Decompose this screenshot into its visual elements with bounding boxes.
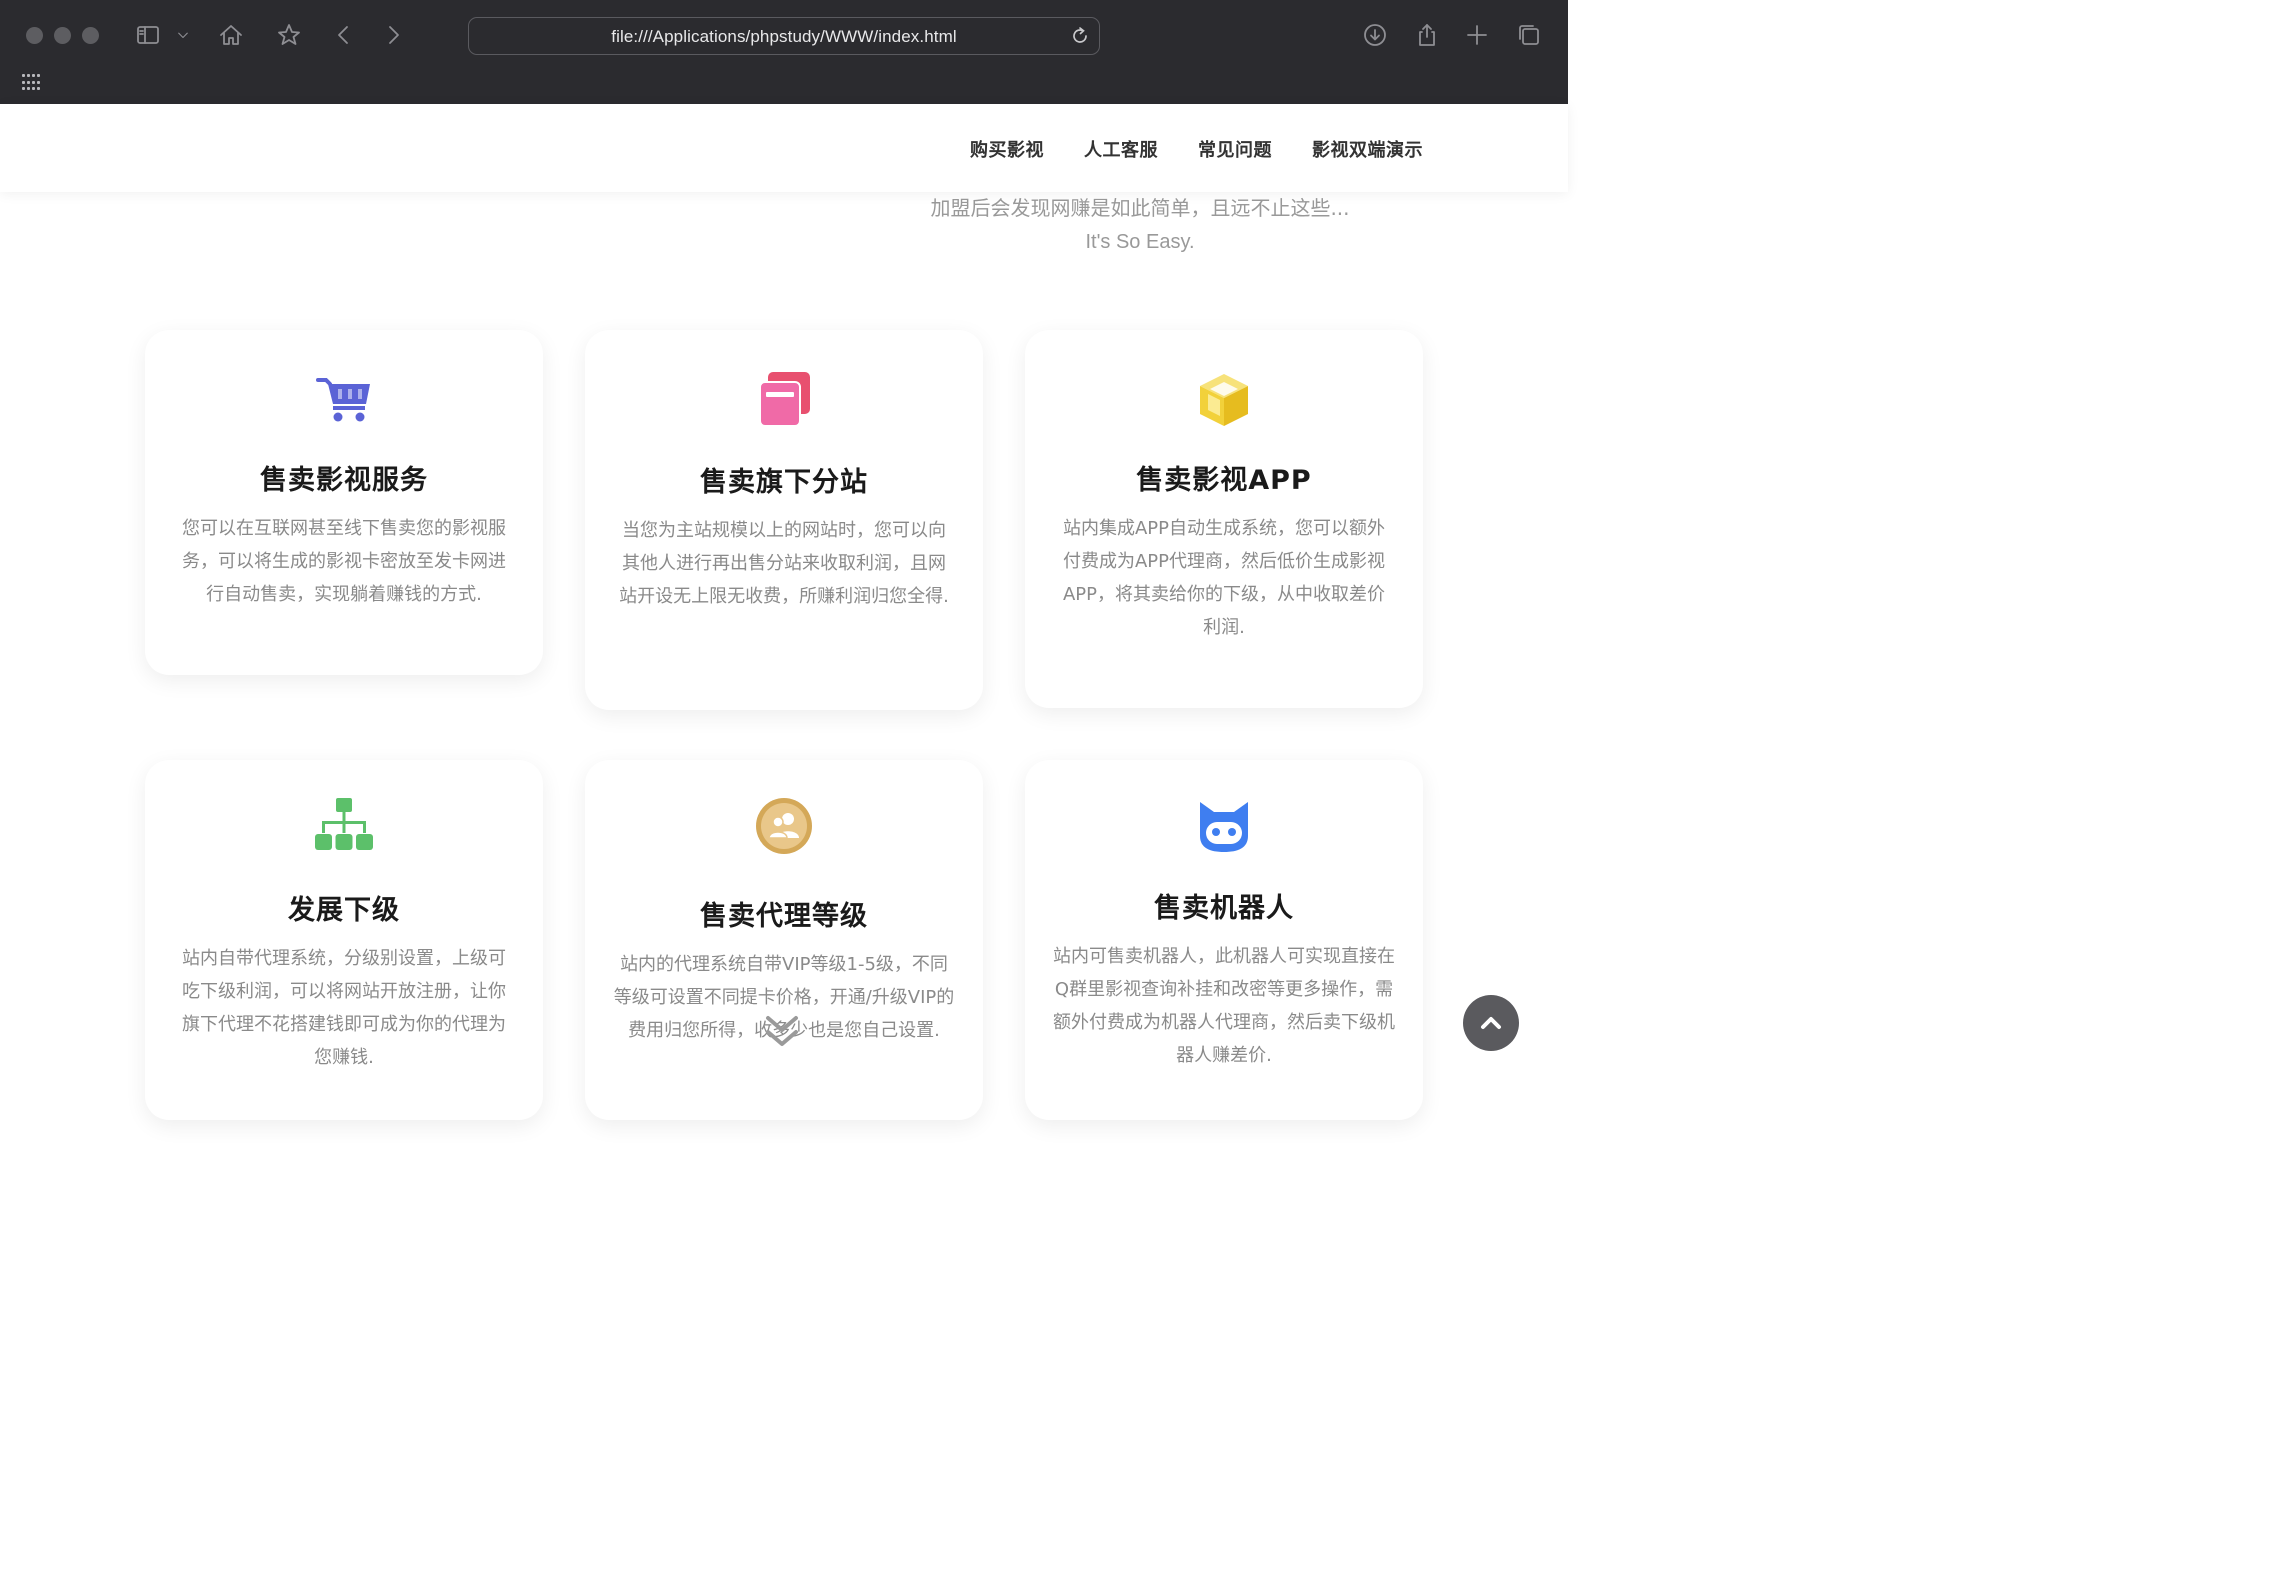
card-title: 售卖代理等级 — [700, 901, 868, 932]
nav-customer-service[interactable]: 人工客服 — [1084, 136, 1158, 162]
nav-app-demo[interactable]: 影视双端演示 — [1312, 136, 1423, 162]
window-controls — [26, 27, 99, 44]
address-text: file:///Applications/phpstudy/WWW/index.… — [611, 27, 957, 46]
feature-card-sell-substation: 售卖旗下分站 当您为主站规模以上的网站时，您可以向其他人进行再出售分站来收取利润… — [585, 330, 983, 710]
address-bar[interactable]: file:///Applications/phpstudy/WWW/index.… — [468, 17, 1100, 55]
card-description: 当您为主站规模以上的网站时，您可以向其他人进行再出售分站来收取利润，且网站开设无… — [619, 520, 949, 607]
star-icon[interactable] — [274, 20, 304, 50]
intro-line-1: 加盟后会发现网赚是如此简单，且远不止这些... — [930, 196, 1350, 220]
card-title: 售卖旗下分站 — [700, 467, 868, 498]
robot-icon — [1194, 796, 1254, 856]
feature-card-sell-agent-level: 售卖代理等级 站内的代理系统自带VIP等级1-5级，不同等级可设置不同提卡价格，… — [585, 760, 983, 1120]
apps-grid-icon[interactable] — [22, 74, 40, 92]
site-header: 购买影视 人工客服 常见问题 影视双端演示 — [0, 104, 1568, 192]
main-nav: 购买影视 人工客服 常见问题 影视双端演示 — [970, 136, 1423, 162]
card-description: 站内自带代理系统，分级别设置，上级可吃下级利润，可以将网站开放注册，让你旗下代理… — [182, 948, 506, 1068]
card-description: 站内可售卖机器人，此机器人可实现直接在Q群里影视查询补挂和改密等更多操作，需额外… — [1053, 946, 1395, 1066]
feature-card-sell-video: 售卖影视服务 您可以在互联网甚至线下售卖您的影视服务，可以将生成的影视卡密放至发… — [145, 330, 543, 675]
new-tab-icon[interactable] — [1462, 20, 1492, 50]
org-chart-icon — [314, 796, 374, 856]
share-icon[interactable] — [1412, 20, 1442, 50]
card-title: 售卖机器人 — [1154, 893, 1294, 924]
feature-card-develop-subordinates: 发展下级 站内自带代理系统，分级别设置，上级可吃下级利润，可以将网站开放注册，让… — [145, 760, 543, 1120]
card-description: 站内集成APP自动生成系统，您可以额外付费成为APP代理商，然后低价生成影视AP… — [1062, 518, 1386, 638]
tab-overview-icon[interactable] — [1514, 20, 1544, 50]
card-title: 售卖影视APP — [1136, 465, 1312, 496]
maximize-window-button[interactable] — [82, 27, 99, 44]
back-to-top-button[interactable] — [1463, 995, 1519, 1051]
download-icon[interactable] — [1360, 20, 1390, 50]
intro-line-2: It's So Easy. — [1085, 231, 1195, 253]
feature-card-sell-robot: 售卖机器人 站内可售卖机器人，此机器人可实现直接在Q群里影视查询补挂和改密等更多… — [1025, 760, 1423, 1120]
back-arrow-icon[interactable] — [329, 20, 359, 50]
reload-icon[interactable] — [1069, 25, 1091, 47]
intro-section: 加盟后会发现网赚是如此简单，且远不止这些... It's So Easy. — [0, 195, 2280, 255]
browser-toolbar: file:///Applications/phpstudy/WWW/index.… — [0, 0, 1568, 104]
nav-buy-video[interactable]: 购买影视 — [970, 136, 1044, 162]
card-title: 售卖影视服务 — [260, 465, 428, 496]
close-window-button[interactable] — [26, 27, 43, 44]
minimize-window-button[interactable] — [54, 27, 71, 44]
card-title: 发展下级 — [288, 895, 400, 926]
chevron-up-icon — [1481, 1017, 1501, 1029]
feature-card-sell-app: 售卖影视APP 站内集成APP自动生成系统，您可以额外付费成为APP代理商，然后… — [1025, 330, 1423, 708]
cube-icon — [1194, 370, 1254, 430]
stacked-cards-icon — [754, 370, 814, 430]
home-icon[interactable] — [216, 20, 246, 50]
chevron-down-icon[interactable] — [172, 20, 194, 50]
sidebar-toggle-icon[interactable] — [133, 20, 163, 50]
forward-arrow-icon[interactable] — [378, 20, 408, 50]
shopping-cart-icon — [314, 370, 374, 430]
card-description: 您可以在互联网甚至线下售卖您的影视服务，可以将生成的影视卡密放至发卡网进行自动售… — [182, 518, 506, 605]
nav-faq[interactable]: 常见问题 — [1198, 136, 1272, 162]
user-group-icon — [754, 796, 814, 856]
scroll-down-icon[interactable] — [760, 1012, 804, 1056]
